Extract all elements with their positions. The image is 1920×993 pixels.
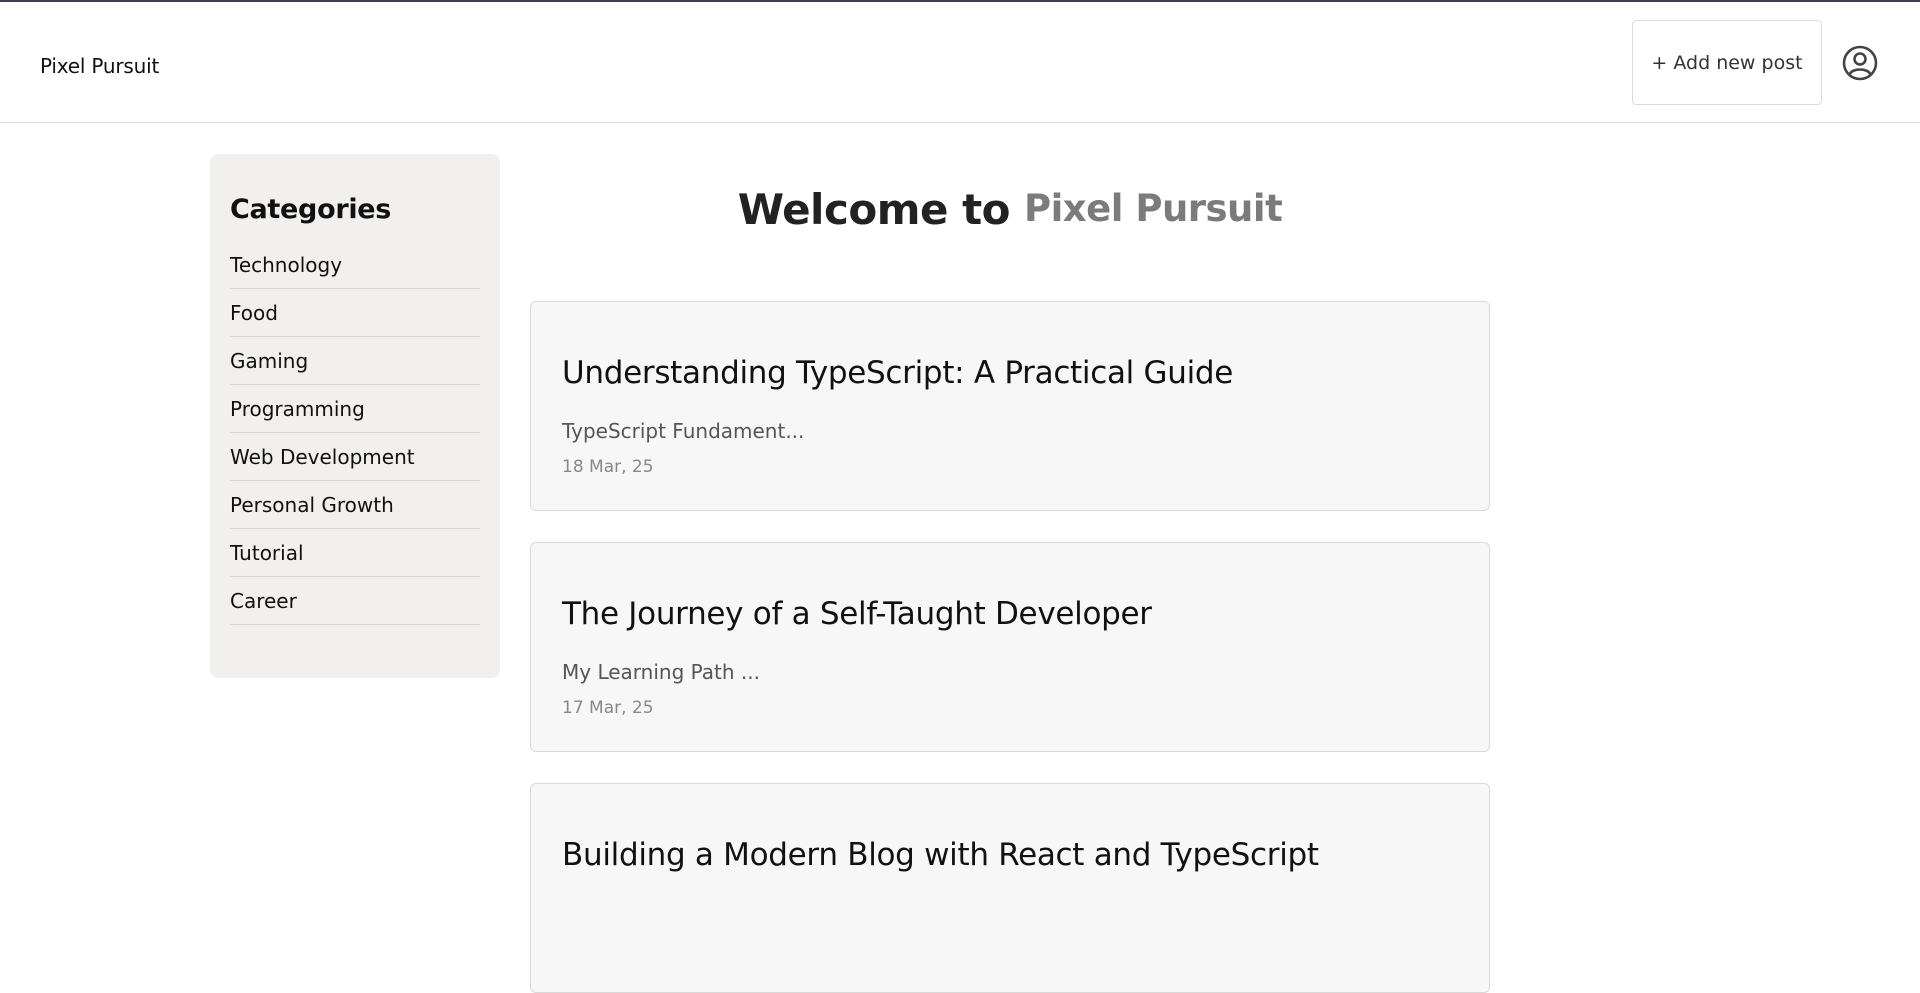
welcome-site-name: Pixel Pursuit <box>1024 187 1283 230</box>
categories-heading: Categories <box>230 194 392 225</box>
category-item-food[interactable]: Food <box>230 289 480 337</box>
category-item-tutorial[interactable]: Tutorial <box>230 529 480 577</box>
category-list: Technology Food Gaming Programming Web D… <box>230 241 480 625</box>
add-new-post-button[interactable]: + Add new post <box>1632 20 1822 105</box>
category-item-web-development[interactable]: Web Development <box>230 433 480 481</box>
user-circle-icon <box>1842 45 1878 81</box>
post-excerpt: My Learning Path ... <box>562 660 760 684</box>
post-card[interactable]: Building a Modern Blog with React and Ty… <box>530 783 1490 993</box>
category-item-personal-growth[interactable]: Personal Growth <box>230 481 480 529</box>
app-header: Pixel Pursuit + Add new post <box>0 2 1920 123</box>
welcome-heading: Welcome to Pixel Pursuit <box>530 185 1490 234</box>
categories-sidebar: Categories Technology Food Gaming Progra… <box>210 154 500 678</box>
brand-logo-text[interactable]: Pixel Pursuit <box>40 54 159 78</box>
category-item-career[interactable]: Career <box>230 577 480 625</box>
category-item-gaming[interactable]: Gaming <box>230 337 480 385</box>
user-avatar-button[interactable] <box>1842 45 1878 81</box>
post-title[interactable]: Building a Modern Blog with React and Ty… <box>562 837 1319 873</box>
welcome-prefix: Welcome to <box>737 185 1011 234</box>
category-item-programming[interactable]: Programming <box>230 385 480 433</box>
post-title[interactable]: Understanding TypeScript: A Practical Gu… <box>562 355 1233 391</box>
post-date: 17 Mar, 25 <box>562 698 654 718</box>
category-item-technology[interactable]: Technology <box>230 241 480 289</box>
post-date: 18 Mar, 25 <box>562 457 654 477</box>
post-card[interactable]: The Journey of a Self-Taught Developer M… <box>530 542 1490 752</box>
post-card[interactable]: Understanding TypeScript: A Practical Gu… <box>530 301 1490 511</box>
post-excerpt: TypeScript Fundament... <box>562 419 805 443</box>
post-title[interactable]: The Journey of a Self-Taught Developer <box>562 596 1152 632</box>
